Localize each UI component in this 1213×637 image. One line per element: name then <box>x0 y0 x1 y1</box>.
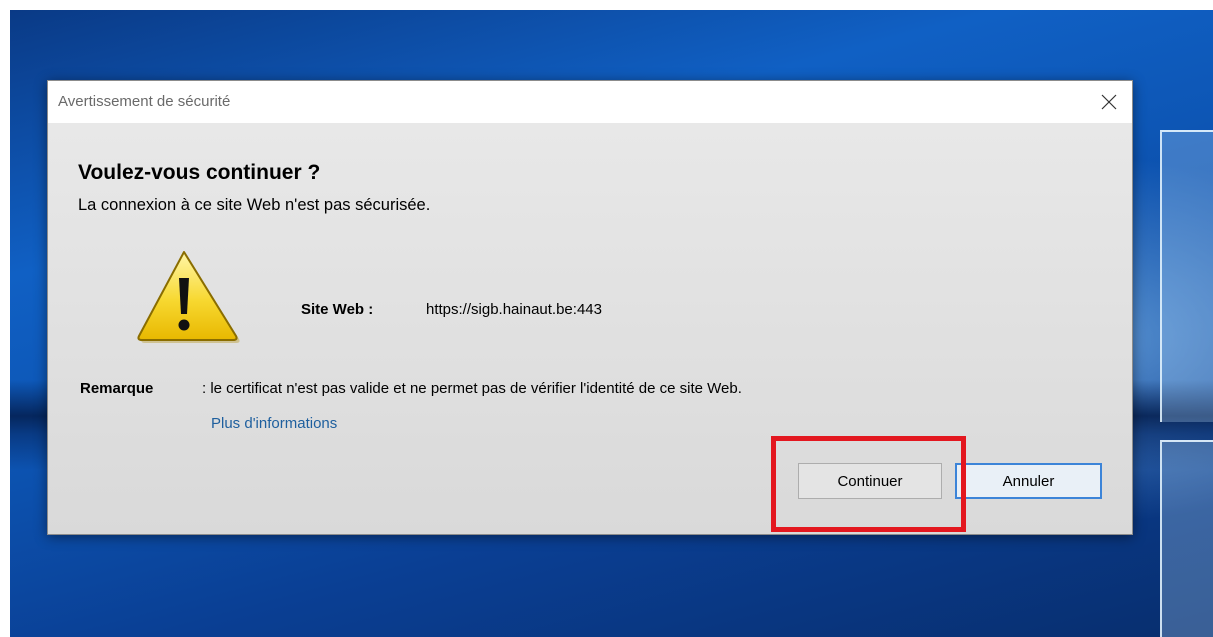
dialog-heading: Voulez-vous continuer ? <box>78 161 321 184</box>
dialog-content: Voulez-vous continuer ? La connexion à c… <box>48 123 1132 534</box>
dialog-title: Avertissement de sécurité <box>58 93 231 110</box>
continue-button[interactable]: Continuer <box>798 463 942 499</box>
more-info-link[interactable]: Plus d'informations <box>211 415 337 432</box>
security-warning-dialog: Avertissement de sécurité Voulez-vous co… <box>47 80 1133 535</box>
windows-logo-pane-bottom <box>1160 440 1213 637</box>
remark-text: : le certificat n'est pas valide et ne p… <box>202 380 742 397</box>
remark-label: Remarque <box>80 380 154 397</box>
warning-triangle-icon <box>137 251 240 343</box>
windows-logo-pane-top <box>1160 130 1213 422</box>
dialog-subheading: La connexion à ce site Web n'est pas séc… <box>78 196 431 214</box>
close-button[interactable] <box>1086 81 1132 123</box>
site-url-value: https://sigb.hainaut.be:443 <box>426 301 602 318</box>
cancel-button[interactable]: Annuler <box>955 463 1102 499</box>
dialog-titlebar: Avertissement de sécurité <box>48 81 1132 123</box>
close-icon <box>1101 94 1117 110</box>
site-label: Site Web : <box>301 301 374 318</box>
